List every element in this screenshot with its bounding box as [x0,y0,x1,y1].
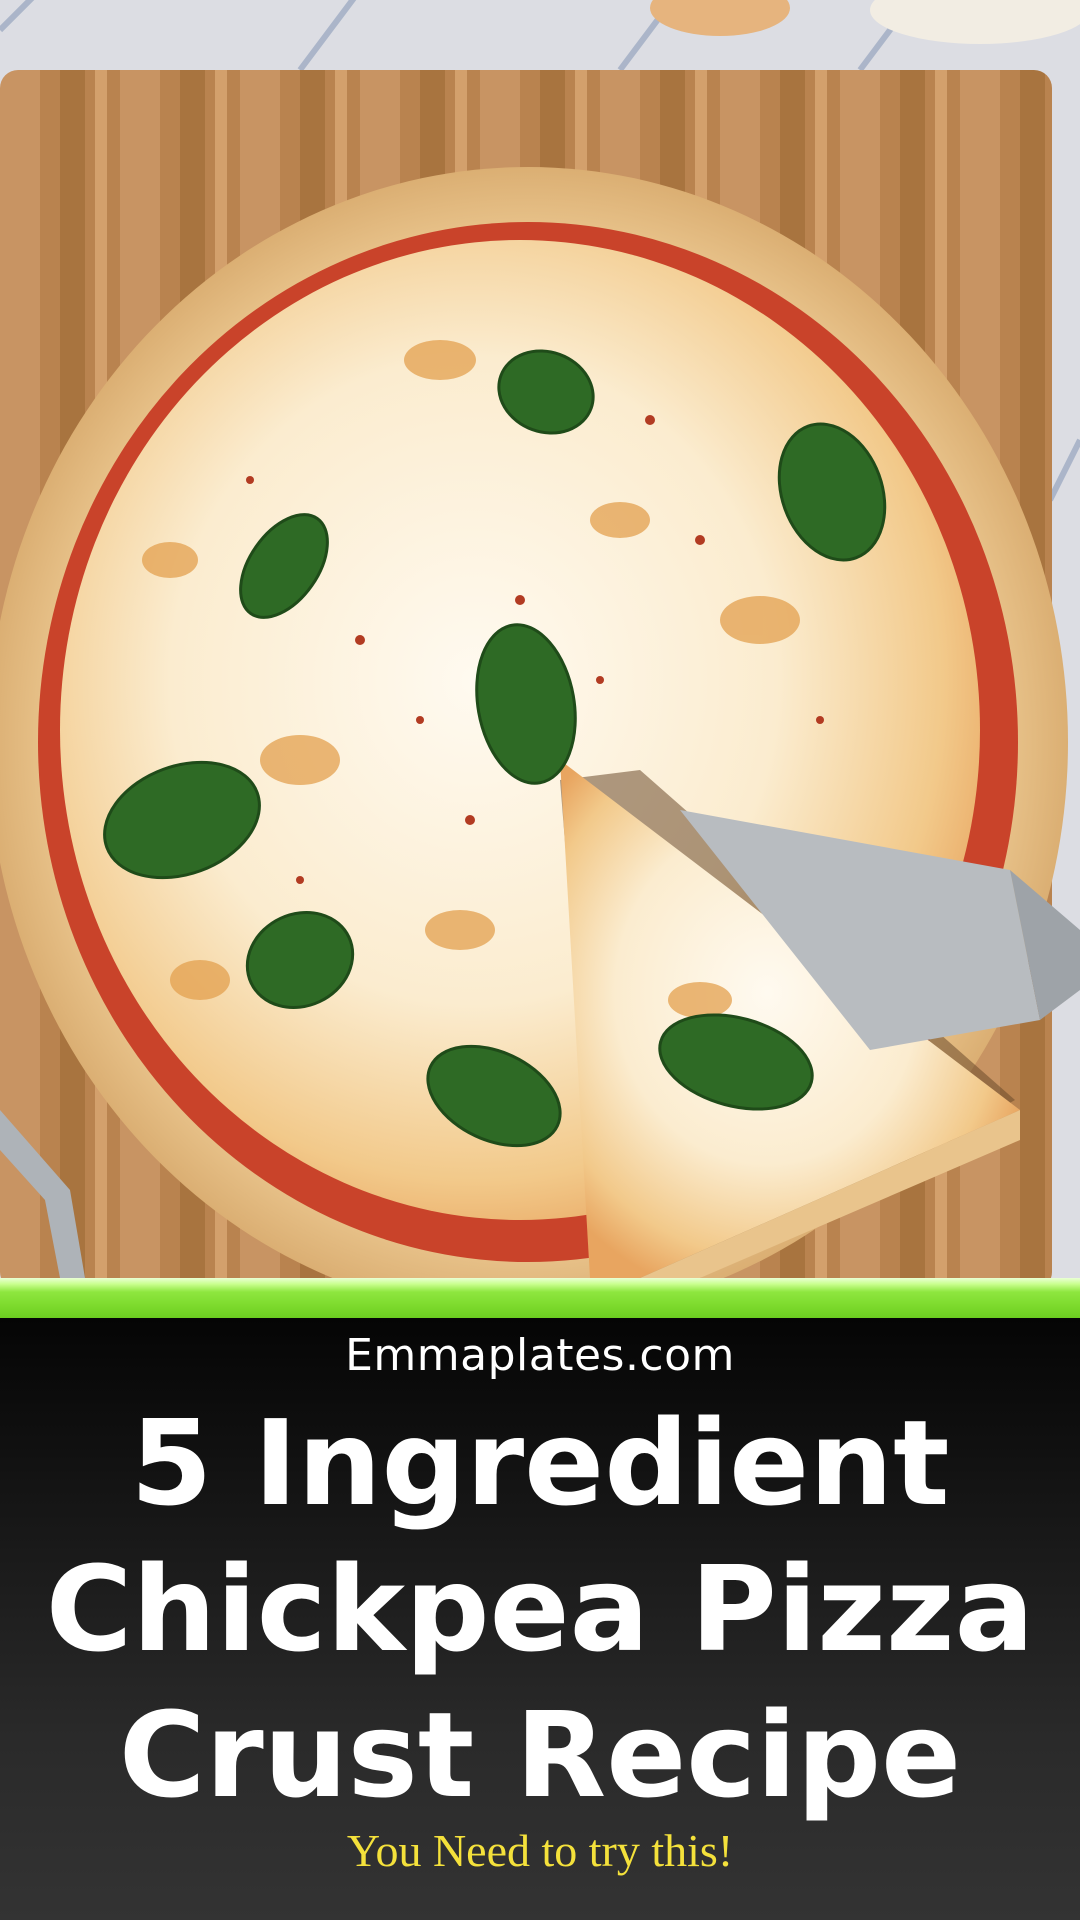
tagline: You Need to try this! [346,1825,734,1876]
site-url: Emmaplates.com [345,1330,735,1381]
title-panel: Emmaplates.com 5 Ingredient Chickpea Piz… [0,1318,1080,1920]
pizza-photo [0,0,1080,1278]
recipe-title: 5 Ingredient Chickpea Pizza Crust Recipe [45,1394,1035,1824]
pin-graphic: Emmaplates.com 5 Ingredient Chickpea Piz… [0,0,1080,1920]
accent-bar [0,1278,1080,1318]
